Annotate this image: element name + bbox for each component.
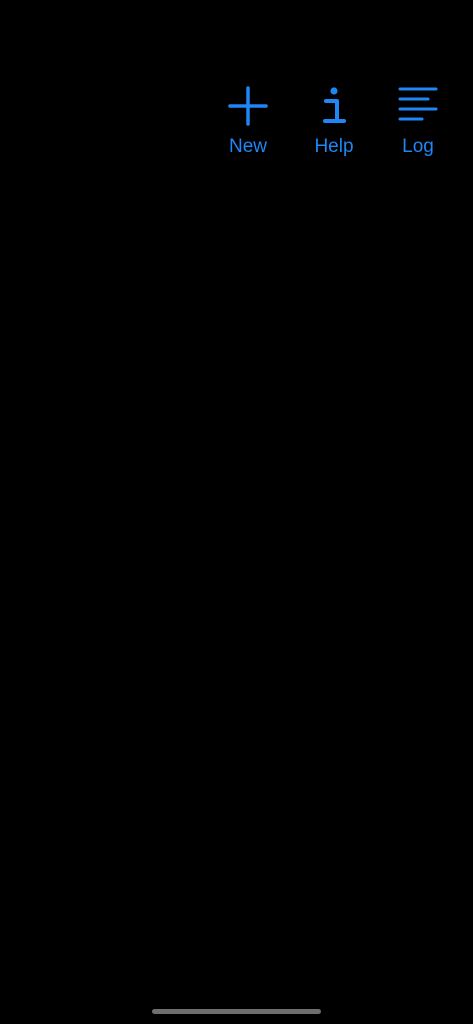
- log-button[interactable]: Log: [388, 84, 448, 158]
- help-button[interactable]: Help: [304, 84, 364, 158]
- top-toolbar: New Help Log: [0, 84, 473, 164]
- app-screen: New Help Log: [0, 0, 473, 1024]
- new-button-label: New: [228, 136, 267, 157]
- log-button-label: Log: [402, 136, 434, 157]
- info-icon: [323, 87, 346, 123]
- help-button-label: Help: [314, 136, 354, 157]
- new-button[interactable]: New: [218, 84, 278, 158]
- plus-icon: [228, 86, 268, 126]
- lines-icon: [398, 87, 438, 121]
- home-indicator[interactable]: [152, 1009, 321, 1014]
